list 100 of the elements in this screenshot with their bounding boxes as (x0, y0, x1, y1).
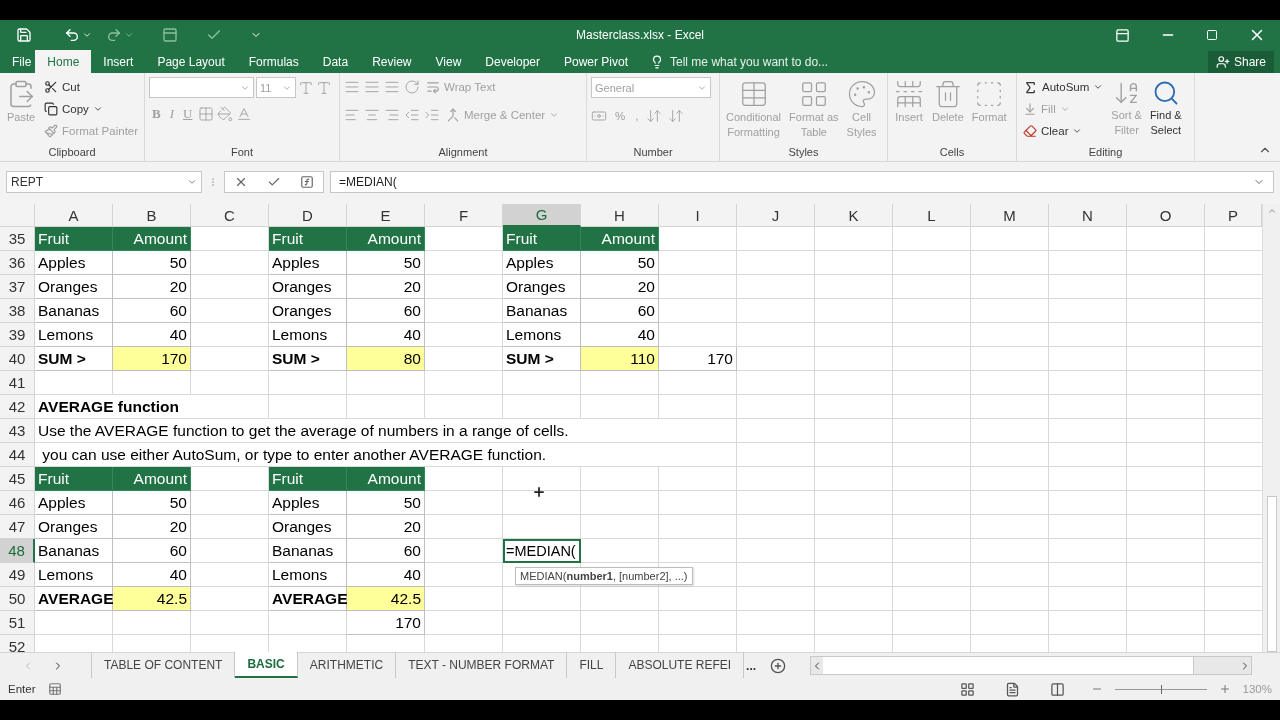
table-cell: 60 (581, 299, 659, 323)
row-header[interactable]: 50 (0, 587, 35, 611)
undo-icon[interactable] (64, 27, 80, 43)
row-header[interactable]: 46 (0, 491, 35, 515)
share-button[interactable]: Share (1207, 51, 1274, 73)
name-box[interactable]: REPT (6, 171, 202, 193)
group-label: Number (632, 145, 674, 160)
column-header[interactable]: H (581, 204, 659, 227)
caret-icon[interactable] (124, 30, 134, 40)
align-right-icon[interactable] (384, 107, 400, 123)
formula-field[interactable]: =MEDIAN( (330, 171, 1274, 193)
align-top-icon[interactable] (344, 79, 360, 95)
cut-button[interactable]: Cut (42, 77, 141, 97)
page-layout-icon[interactable] (1004, 681, 1020, 697)
align-left-icon[interactable] (344, 107, 360, 123)
row-header[interactable]: 51 (0, 611, 35, 635)
column-header[interactable]: M (971, 204, 1049, 227)
caret-icon[interactable] (82, 30, 92, 40)
column-header[interactable]: E (347, 204, 425, 227)
row-header[interactable]: 36 (0, 251, 35, 275)
column-header[interactable]: B (113, 204, 191, 227)
zoom-in-icon[interactable] (1218, 683, 1231, 695)
borders-icon[interactable] (198, 106, 215, 122)
insert-function-icon[interactable] (299, 175, 314, 189)
column-header[interactable]: O (1127, 204, 1205, 227)
ribbon-tab[interactable]: File (8, 50, 36, 73)
column-header[interactable]: C (191, 204, 269, 227)
ribbon-tab[interactable]: Page Layout (145, 50, 237, 73)
table-cell: Fruit (269, 467, 347, 491)
column-header[interactable]: J (737, 204, 815, 227)
row-header[interactable]: 40 (0, 347, 35, 371)
increase-decimal-icon[interactable] (646, 108, 663, 124)
table-cell: Bananas (269, 539, 347, 563)
column-header[interactable]: P (1205, 204, 1262, 227)
ribbon-tab[interactable]: View (423, 50, 474, 73)
decrease-decimal-icon[interactable] (668, 108, 685, 124)
clear-button[interactable]: Clear (1021, 121, 1106, 141)
column-header[interactable]: F (425, 204, 503, 227)
indent-decrease-icon[interactable] (404, 107, 420, 123)
tell-me-field[interactable]: Tell me what you want to do... (670, 54, 829, 69)
ribbon-tab[interactable]: Review (360, 50, 424, 73)
caret-icon (187, 177, 197, 187)
table-cell: 60 (347, 299, 425, 323)
ribbon-tab[interactable]: Formulas (236, 50, 311, 73)
font-name-field[interactable] (149, 77, 254, 98)
restore-icon[interactable] (1206, 29, 1218, 41)
save-icon[interactable] (16, 27, 32, 43)
table-cell: Fruit (35, 467, 113, 491)
scroll-up-icon[interactable] (1266, 206, 1277, 216)
autosum-button[interactable]: AutoSum (1021, 77, 1106, 97)
font-color-icon[interactable] (236, 106, 253, 122)
currency-icon[interactable] (591, 108, 607, 124)
enter-icon[interactable] (267, 175, 281, 189)
normal-view-icon[interactable] (959, 681, 975, 697)
row-header[interactable]: 52 (0, 635, 35, 652)
align-middle-icon[interactable] (364, 79, 380, 95)
ribbon-display-icon[interactable] (1115, 27, 1130, 43)
row-header[interactable]: 39 (0, 323, 35, 347)
row-header[interactable]: 45 (0, 467, 35, 491)
column-header[interactable]: D (269, 204, 347, 227)
row-header[interactable]: 43 (0, 419, 35, 443)
table-cell: Bananas (35, 299, 113, 323)
increase-font-icon[interactable] (298, 79, 314, 96)
sheet-tab[interactable]: BASIC (235, 652, 298, 678)
fill-color-icon[interactable] (217, 106, 234, 122)
redo-icon[interactable] (106, 27, 122, 43)
column-header[interactable]: A (35, 204, 113, 227)
row-header[interactable]: 35 (0, 227, 35, 251)
page-break-icon[interactable] (1049, 681, 1065, 697)
caret-icon (549, 110, 560, 120)
ribbon-tab[interactable]: Insert (91, 50, 146, 73)
column-header[interactable]: N (1049, 204, 1127, 227)
vertical-scrollbar-thumb[interactable] (1266, 496, 1277, 652)
copy-button[interactable]: Copy (42, 99, 141, 119)
ribbon-tab[interactable]: Power Pivot (552, 50, 641, 73)
more-sheets-button[interactable]: ... (744, 653, 765, 678)
column-header[interactable]: I (659, 204, 737, 227)
horizontal-scrollbar-thumb[interactable] (823, 657, 1194, 674)
ribbon-tab[interactable]: Data (310, 50, 361, 73)
align-center-icon[interactable] (364, 107, 380, 123)
column-header[interactable]: L (893, 204, 971, 227)
orientation-icon[interactable] (404, 79, 420, 95)
group-label: Editing (1087, 145, 1124, 160)
row-header[interactable]: 49 (0, 563, 35, 587)
row-header[interactable]: 44 (0, 443, 35, 467)
macro-record-icon[interactable] (47, 682, 62, 696)
row-header[interactable]: 37 (0, 275, 35, 299)
row-header[interactable]: 42 (0, 395, 35, 419)
row-header[interactable]: 48 (0, 539, 35, 563)
row-header[interactable]: 41 (0, 371, 35, 395)
align-bottom-icon[interactable] (384, 79, 400, 95)
row-header[interactable]: 47 (0, 515, 35, 539)
column-header[interactable]: G (503, 204, 581, 227)
ribbon-tab[interactable]: Developer (473, 50, 552, 73)
column-header[interactable]: K (815, 204, 893, 227)
row-header[interactable]: 38 (0, 299, 35, 323)
indent-increase-icon[interactable] (424, 107, 440, 123)
find-select-button[interactable]: Find & Select (1147, 77, 1184, 143)
ribbon-tab[interactable]: Home (35, 50, 92, 73)
decrease-font-icon[interactable] (316, 79, 332, 96)
